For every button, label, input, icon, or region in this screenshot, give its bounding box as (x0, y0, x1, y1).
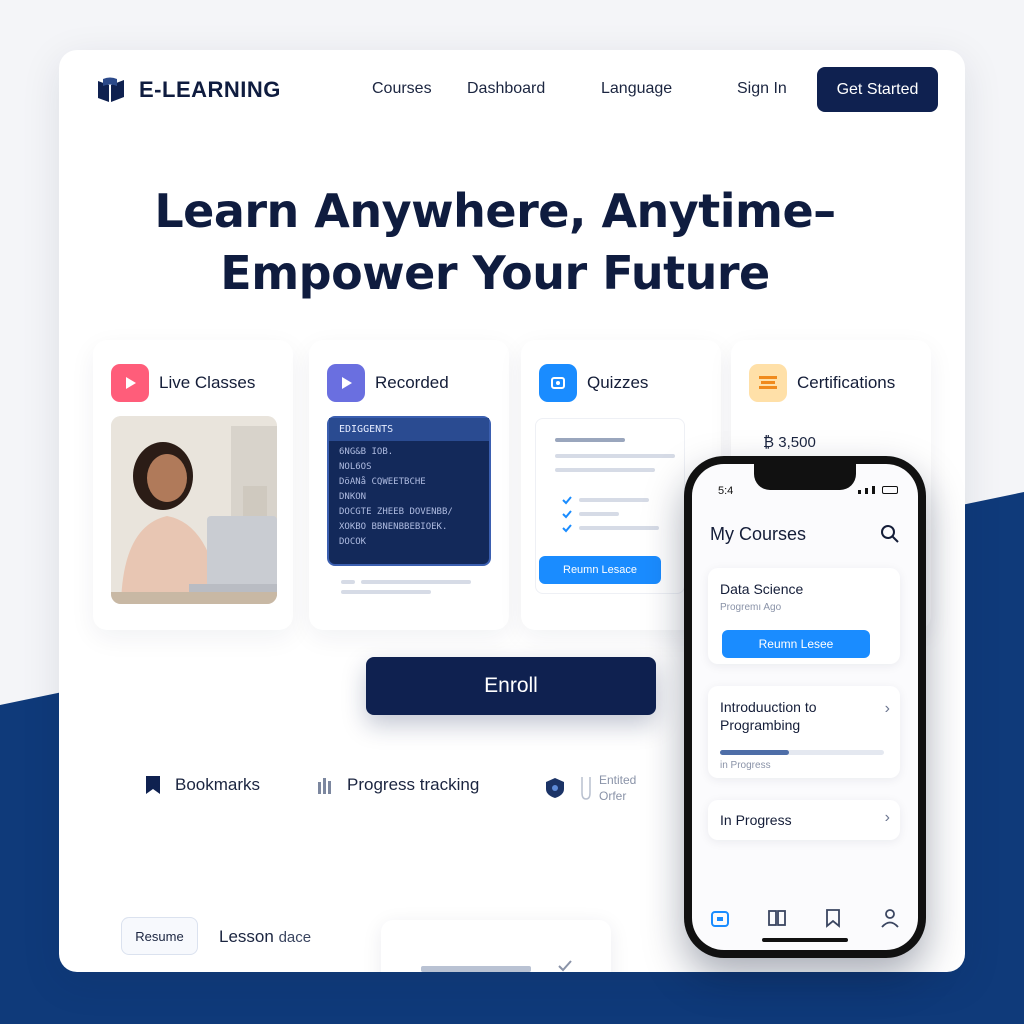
bookmark-icon (146, 776, 160, 794)
in-progress-row[interactable]: In Progress › (708, 800, 900, 840)
course-card-data-science[interactable]: Data Science Progremı Ago Reumn Lesee (708, 568, 900, 664)
get-started-button[interactable]: Get Started (817, 67, 938, 112)
progress-tracking-label: Progress tracking (347, 775, 480, 794)
placeholder-line (579, 526, 659, 530)
my-courses-title: My Courses (710, 524, 807, 544)
home-icon[interactable] (710, 908, 730, 928)
bar-chart-icon (318, 778, 331, 794)
in-progress-label: In Progress (720, 812, 792, 828)
code-line: 6NG&B IOB. (339, 447, 394, 457)
code-line: DOCGTE ZHEEB DOVENBB/ (339, 507, 453, 517)
code-header: EDIGGENTS (329, 418, 489, 441)
book-logo-icon (98, 77, 124, 102)
resume-lesson-button[interactable]: Reumn Lesace (539, 556, 661, 584)
course-subtitle: Progremı Ago (720, 602, 782, 613)
offer-text: Entited Orfer (599, 772, 636, 804)
hero-title-line2: Empower Your Future (220, 246, 770, 300)
placeholder-line (341, 590, 431, 594)
enroll-button[interactable]: Enroll (366, 657, 656, 715)
phone-screen: 5:4 My Courses Data Science Progremı Ago… (692, 464, 918, 950)
course-card-programming[interactable]: Introduuction to Programbing › in Progre… (708, 686, 900, 778)
code-line: XOKBO BBNENBBEBIOEK. (339, 522, 448, 532)
status-time: 5:4 (718, 485, 734, 497)
placeholder-line (341, 580, 355, 584)
phone-notch (754, 464, 856, 490)
profile-icon[interactable] (880, 908, 900, 928)
bookmarks-label: Bookmarks (175, 775, 261, 794)
feature-title: Recorded (375, 373, 449, 392)
nav-courses[interactable]: Courses (372, 80, 432, 98)
search-icon[interactable] (880, 524, 900, 544)
feature-title: Certifications (797, 373, 896, 392)
placeholder-line (555, 438, 625, 442)
lesson-preview-card (381, 920, 611, 972)
nav-sign-in[interactable]: Sign In (737, 80, 787, 98)
book-icon[interactable] (767, 908, 787, 928)
lesson-word: Lesson (219, 927, 274, 946)
offer-line: Entited (599, 773, 637, 787)
home-indicator (762, 938, 848, 942)
chevron-right-icon: › (884, 809, 890, 826)
play-icon (327, 364, 365, 402)
placeholder-line (579, 512, 619, 516)
feature-recorded[interactable]: Recorded EDIGGENTS 6NG&B IOB. NOL6OS DöA… (309, 340, 509, 630)
phone-mockup: 5:4 My Courses Data Science Progremı Ago… (684, 456, 926, 958)
course-title: Introduuction to Programbing (720, 699, 817, 733)
chevron-right-icon: › (884, 700, 890, 717)
resume-button[interactable]: Resume (121, 917, 198, 955)
course-title: Data Science (720, 581, 804, 597)
certificate-icon (749, 364, 787, 402)
clip-icon (581, 777, 591, 800)
offer-feature[interactable] (545, 775, 593, 801)
lesson-suffix: dace (278, 929, 312, 946)
placeholder-line (555, 454, 675, 458)
placeholder-line (421, 966, 531, 972)
nav-dashboard[interactable]: Dashboard (467, 80, 545, 98)
hero-title: Learn Anywhere, Anytime– Empower Your Fu… (59, 180, 931, 304)
shield-icon (546, 778, 564, 798)
signal-icon (858, 486, 898, 494)
placeholder-line (555, 468, 655, 472)
check-icon (558, 960, 572, 972)
nav-language[interactable]: Language (601, 80, 672, 98)
student-photo (111, 416, 277, 604)
placeholder-line (579, 498, 649, 502)
progress-tracking-feature[interactable]: Progress tracking (317, 775, 479, 795)
code-line: DOCOK (339, 537, 367, 547)
resume-lesson-button[interactable]: Reumn Lesee (722, 630, 870, 658)
progress-fill (720, 750, 789, 755)
feature-title: Live Classes (159, 373, 256, 392)
brand-name: E-LEARNING (139, 77, 281, 102)
quiz-icon (539, 364, 577, 402)
bookmark-icon[interactable] (823, 908, 843, 928)
certification-price: ₿ 3,500 (763, 434, 816, 451)
feature-title: Quizzes (587, 373, 649, 392)
brand-logo[interactable]: E-LEARNING (95, 74, 281, 106)
course-status: in Progress (720, 760, 771, 771)
hero-title-line1: Learn Anywhere, Anytime– (154, 184, 836, 238)
code-line: DNKON (339, 492, 367, 502)
play-icon (111, 364, 149, 402)
code-line: NOL6OS (339, 462, 372, 472)
offer-line: Orfer (599, 789, 627, 803)
placeholder-line (361, 580, 471, 584)
code-preview: EDIGGENTS 6NG&B IOB. NOL6OS DöANå CQWEET… (327, 416, 491, 566)
code-line: DöANå CQWEETBCHE (339, 477, 426, 487)
feature-live-classes[interactable]: Live Classes (93, 340, 293, 630)
check-icon (562, 496, 572, 533)
bookmarks-feature[interactable]: Bookmarks (145, 775, 260, 795)
lesson-label: Lesson dace (219, 927, 311, 947)
progress-bar (720, 750, 884, 755)
battery-icon (882, 486, 898, 494)
